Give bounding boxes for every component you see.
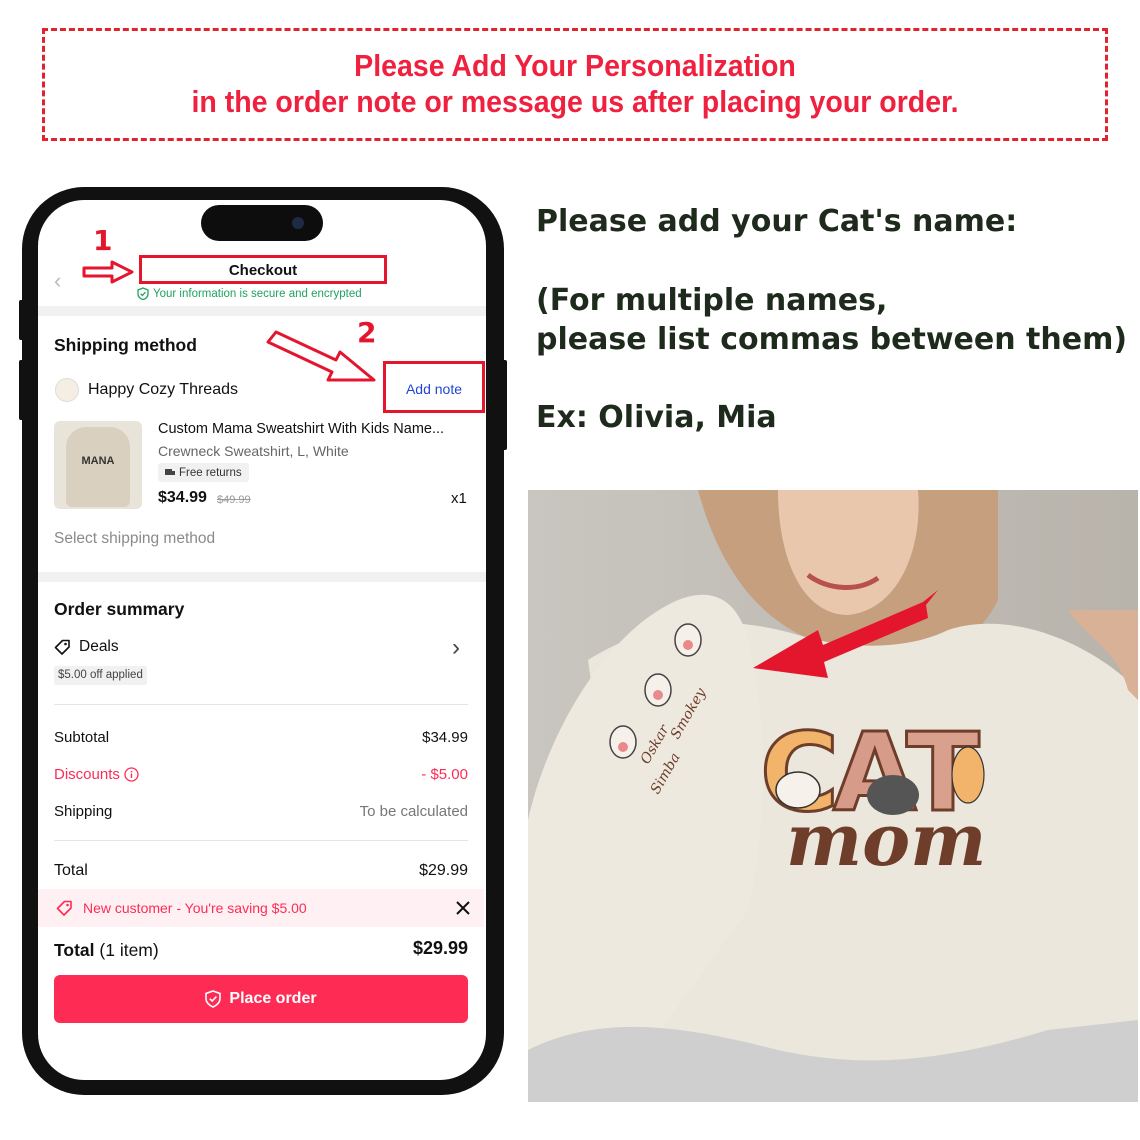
product-variant: Crewneck Sweatshirt, L, White: [158, 443, 349, 459]
new-customer-promo: New customer - You're saving $5.00: [38, 889, 484, 927]
free-returns-badge: Free returns: [158, 463, 249, 482]
camera-icon: [292, 217, 304, 229]
discounts-label: Discounts: [54, 766, 120, 783]
personalization-banner: Please Add Your Personalization in the o…: [42, 28, 1108, 141]
secure-notice: Your information is secure and encrypted: [137, 287, 362, 300]
dynamic-island: [201, 205, 323, 241]
shipping-value: To be calculated: [359, 803, 468, 820]
place-order-button[interactable]: Place order: [54, 975, 468, 1023]
product-price: $34.99: [158, 489, 207, 506]
section-divider: [38, 572, 486, 582]
truck-icon: [165, 469, 175, 475]
store-logo-icon: [55, 378, 79, 402]
discounts-row: Discounts: [54, 766, 139, 783]
divider-line: [54, 840, 468, 841]
discounts-value: - $5.00: [421, 766, 468, 783]
step-1-number: 1: [93, 224, 113, 257]
chevron-right-icon[interactable]: ›: [452, 634, 460, 662]
close-icon[interactable]: [455, 900, 471, 916]
subtotal-label: Subtotal: [54, 729, 110, 746]
place-order-label: Place order: [229, 990, 317, 1007]
product-original-price: $49.99: [217, 494, 251, 506]
thumbnail-text: MANA: [81, 455, 115, 467]
back-chevron-icon[interactable]: ‹: [54, 268, 61, 294]
deals-badge: $5.00 off applied: [54, 666, 147, 685]
secure-text: Your information is secure and encrypted: [153, 287, 362, 300]
footer-total: Total (1 item): [54, 940, 159, 961]
instruction-multi-line-2: please list commas between them): [536, 322, 1128, 357]
shipping-label: Shipping: [54, 803, 113, 820]
graphic-mom-text: mom: [786, 797, 986, 882]
subtotal-value: $34.99: [422, 729, 468, 746]
product-quantity: x1: [451, 490, 467, 507]
deals-row[interactable]: Deals: [54, 638, 119, 656]
banner-line-1: Please Add Your Personalization: [354, 48, 796, 83]
instruction-example: Ex: Olivia, Mia: [536, 400, 777, 435]
free-returns-text: Free returns: [179, 466, 242, 479]
footer-total-label: Total: [54, 940, 95, 960]
shipping-method-heading: Shipping method: [54, 335, 197, 355]
instruction-heading: Please add your Cat's name:: [536, 204, 1018, 239]
section-divider: [38, 306, 486, 316]
promo-text: New customer - You're saving $5.00: [83, 900, 307, 916]
phone-side-button: [501, 360, 507, 450]
banner-line-2: in the order note or message us after pl…: [191, 84, 959, 119]
tag-icon: [56, 900, 72, 916]
store-name: Happy Cozy Threads: [88, 381, 238, 398]
product-photo: Smokey Oskar Simba C A T mom: [528, 490, 1138, 1102]
total-value: $29.99: [419, 862, 468, 879]
select-shipping-method[interactable]: Select shipping method: [54, 530, 215, 548]
divider-line: [54, 704, 468, 705]
phone-side-button: [19, 360, 25, 420]
page-title: Checkout: [228, 262, 298, 279]
step-2-arrow-icon: [266, 330, 376, 382]
shield-check-icon: [205, 990, 222, 1008]
info-icon[interactable]: [124, 767, 139, 782]
shield-check-icon: [137, 287, 149, 300]
product-thumbnail[interactable]: MANA: [54, 421, 142, 509]
footer-items: (1 item): [99, 940, 159, 960]
deals-label: Deals: [79, 638, 119, 655]
instruction-multi-line-1: (For multiple names,: [536, 283, 888, 318]
sweatshirt-illustration: Smokey Oskar Simba C A T mom: [528, 490, 1138, 1102]
add-note-button[interactable]: Add note: [383, 381, 485, 397]
footer-total-value: $29.99: [412, 938, 468, 958]
tag-icon: [54, 639, 70, 655]
phone-side-button: [19, 300, 25, 340]
order-summary-heading: Order summary: [54, 599, 185, 619]
step-1-arrow-icon: [82, 260, 134, 284]
product-name[interactable]: Custom Mama Sweatshirt With Kids Name...: [158, 421, 444, 437]
total-label: Total: [54, 862, 88, 879]
